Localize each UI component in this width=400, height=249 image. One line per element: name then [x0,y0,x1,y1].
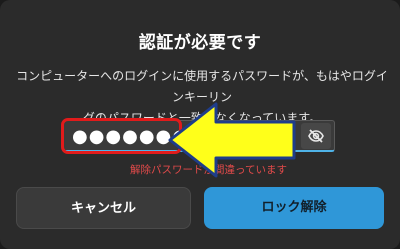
auth-dialog: 認証が必要です コンピューターへのログインに使用するパスワードが、もはやログイン… [0,0,400,249]
reveal-password-button[interactable] [301,123,331,149]
dialog-title: 認証が必要です [138,33,262,53]
password-highlight-annotation [61,118,182,154]
unlock-button[interactable]: ロック解除 [204,187,384,229]
cancel-button[interactable]: キャンセル [16,187,191,229]
eye-slash-icon [308,129,324,143]
yellow-arrow-annotation [168,102,296,178]
